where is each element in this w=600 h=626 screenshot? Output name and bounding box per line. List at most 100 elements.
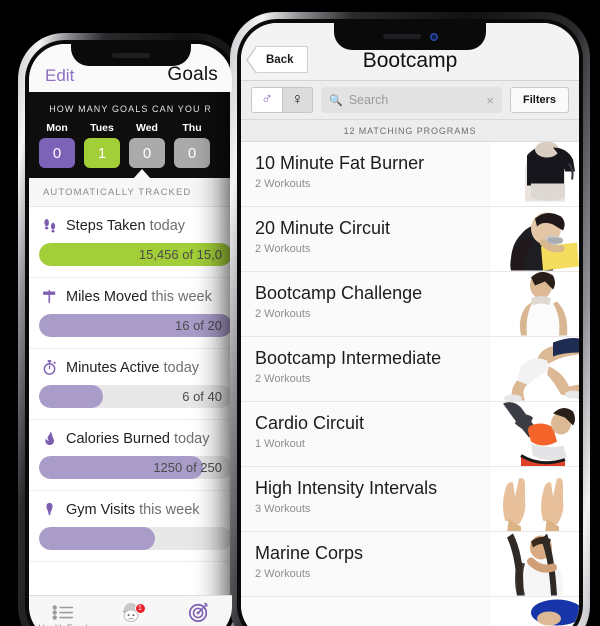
day-wed[interactable]: Wed 0 <box>129 122 165 168</box>
flame-icon <box>41 430 58 447</box>
goal-progress-bar: 16 of 20 <box>39 314 232 337</box>
screenshot-stage: Edit Goals HOW MANY GOALS CAN YOU R Mon … <box>0 0 600 626</box>
goal-name: Calories Burned <box>66 430 170 447</box>
program-info: Bootcamp Intermediate 2 Workouts <box>241 337 491 401</box>
gym-icon <box>41 501 58 518</box>
program-workouts: 2 Workouts <box>255 308 311 320</box>
goal-row-gym[interactable]: Gym Visits this week <box>29 491 232 562</box>
program-row[interactable]: Bootcamp Challenge 2 Workouts <box>241 272 579 337</box>
clear-search-icon[interactable]: × <box>486 93 494 108</box>
goal-row-miles[interactable]: Miles Moved this week 16 of 20 <box>29 278 232 349</box>
programs-list: 10 Minute Fat Burner 2 Workouts 20 Minut… <box>241 142 579 626</box>
program-title: High Intensity Intervals <box>255 478 438 498</box>
day-name: Wed <box>136 122 158 134</box>
filters-button[interactable]: Filters <box>509 87 569 113</box>
program-title: Marine Corps <box>255 543 364 563</box>
goals-phone-device: Edit Goals HOW MANY GOALS CAN YOU R Mon … <box>18 33 243 626</box>
program-title: 20 Minute Circuit <box>255 218 391 238</box>
goals-tab-bar: Health Feed 1 Nick <box>29 595 232 626</box>
goal-row-minutes[interactable]: Minutes Active today 6 of 40 <box>29 349 232 420</box>
goal-period: today <box>149 217 186 234</box>
program-row[interactable]: Marine Corps 2 Workouts <box>241 532 579 597</box>
program-info: High Intensity Intervals 3 Workouts <box>241 467 491 531</box>
goal-row-calories[interactable]: Calories Burned today 1250 of 250 <box>29 420 232 491</box>
day-count: 1 <box>84 138 120 168</box>
search-toolbar: ♂ ♀ 🔍 Search × Filters <box>241 81 579 120</box>
bootcamp-phone-device: Back Bootcamp ♂ ♀ 🔍 Search × Filters 12 … <box>230 12 590 626</box>
footsteps-icon <box>41 217 58 234</box>
goal-progress-bar: 1250 of 250 <box>39 456 232 479</box>
matching-programs-count: 12 MATCHING PROGRAMS <box>241 120 579 142</box>
target-icon <box>188 602 208 623</box>
earpiece-speaker-icon <box>111 52 150 58</box>
weekly-goal-panel: HOW MANY GOALS CAN YOU R Mon 0 Tues 1 We… <box>29 92 232 179</box>
weekly-challenge-label: HOW MANY GOALS CAN YOU R <box>49 104 212 114</box>
day-thu[interactable]: Thu 0 <box>174 122 210 168</box>
goal-progress-value: 15,456 of 15,0 <box>138 247 222 262</box>
goal-name: Steps Taken <box>66 217 146 234</box>
program-workouts: 2 Workouts <box>255 243 311 255</box>
day-count: 0 <box>129 138 165 168</box>
goal-progress-bar: 15,456 of 15,0 <box>39 243 232 266</box>
tab-health-feed[interactable]: Health Feed <box>29 596 97 626</box>
list-icon <box>52 605 73 620</box>
program-row[interactable]: High Intensity Intervals 3 Workouts <box>241 467 579 532</box>
goal-progress-value: 1250 of 250 <box>153 460 222 475</box>
goal-progress-fill <box>39 527 155 550</box>
bootcamp-screen: Back Bootcamp ♂ ♀ 🔍 Search × Filters 12 … <box>241 23 579 626</box>
goals-screen: Edit Goals HOW MANY GOALS CAN YOU R Mon … <box>29 44 232 626</box>
selected-day-pointer <box>133 169 151 179</box>
program-row[interactable]: 10 Minute Fat Burner 2 Workouts <box>241 142 579 207</box>
goal-row-steps[interactable]: Steps Taken today 15,456 of 15,0 <box>29 207 232 278</box>
goal-progress-value: 6 of 40 <box>182 389 222 404</box>
goal-period: today <box>174 430 210 447</box>
automatically-tracked-header: AUTOMATICALLY TRACKED <box>29 178 232 207</box>
program-row[interactable] <box>241 597 579 626</box>
goal-name: Minutes Active <box>66 359 160 376</box>
day-mon[interactable]: Mon 0 <box>39 122 75 168</box>
stopwatch-icon <box>41 359 58 376</box>
program-workouts: 3 Workouts <box>255 503 311 515</box>
program-title: Bootcamp Challenge <box>255 283 423 303</box>
bootcamp-phone-bezel: Back Bootcamp ♂ ♀ 🔍 Search × Filters 12 … <box>237 19 583 626</box>
program-info <box>241 597 491 626</box>
program-row[interactable]: Bootcamp Intermediate 2 Workouts <box>241 337 579 402</box>
program-thumbnail <box>491 142 579 206</box>
program-thumbnail <box>491 207 579 271</box>
program-thumbnail <box>491 597 579 626</box>
day-count: 0 <box>174 138 210 168</box>
goal-label: Miles Moved this week <box>29 288 232 314</box>
earpiece-speaker-icon <box>382 34 421 39</box>
gender-toggle: ♂ ♀ <box>251 87 313 113</box>
female-toggle-button[interactable]: ♀ <box>282 88 312 112</box>
tab-goals[interactable]: Goals <box>164 596 232 626</box>
goal-label: Calories Burned today <box>29 430 232 456</box>
day-selector: Mon 0 Tues 1 Wed 0 Thu 0 <box>29 122 232 178</box>
goal-label: Steps Taken today <box>29 217 232 243</box>
search-input[interactable]: 🔍 Search × <box>321 87 502 113</box>
program-info: Cardio Circuit 1 Workout <box>241 402 491 466</box>
day-name: Tues <box>90 122 114 134</box>
program-workouts: 2 Workouts <box>255 178 311 190</box>
goals-page-title: Goals <box>167 64 218 85</box>
day-name: Mon <box>46 122 68 134</box>
front-camera-icon <box>429 32 438 41</box>
goal-progress-fill <box>39 385 103 408</box>
edit-button[interactable]: Edit <box>45 66 74 86</box>
program-info: Bootcamp Challenge 2 Workouts <box>241 272 491 336</box>
program-row[interactable]: 20 Minute Circuit 2 Workouts <box>241 207 579 272</box>
goal-period: this week <box>151 288 212 305</box>
program-workouts: 2 Workouts <box>255 373 311 385</box>
male-toggle-button[interactable]: ♂ <box>252 88 282 112</box>
tab-nick[interactable]: 1 Nick <box>97 596 165 626</box>
program-thumbnail <box>491 467 579 531</box>
day-tues[interactable]: Tues 1 <box>84 122 120 168</box>
notification-badge: 1 <box>134 603 146 614</box>
day-count: 0 <box>39 138 75 168</box>
program-thumbnail <box>491 272 579 336</box>
program-row[interactable]: Cardio Circuit 1 Workout <box>241 402 579 467</box>
goal-label: Minutes Active today <box>29 359 232 385</box>
goal-name: Miles Moved <box>66 288 148 305</box>
search-icon: 🔍 <box>329 94 343 107</box>
goal-title: Steps Taken today <box>66 218 185 234</box>
